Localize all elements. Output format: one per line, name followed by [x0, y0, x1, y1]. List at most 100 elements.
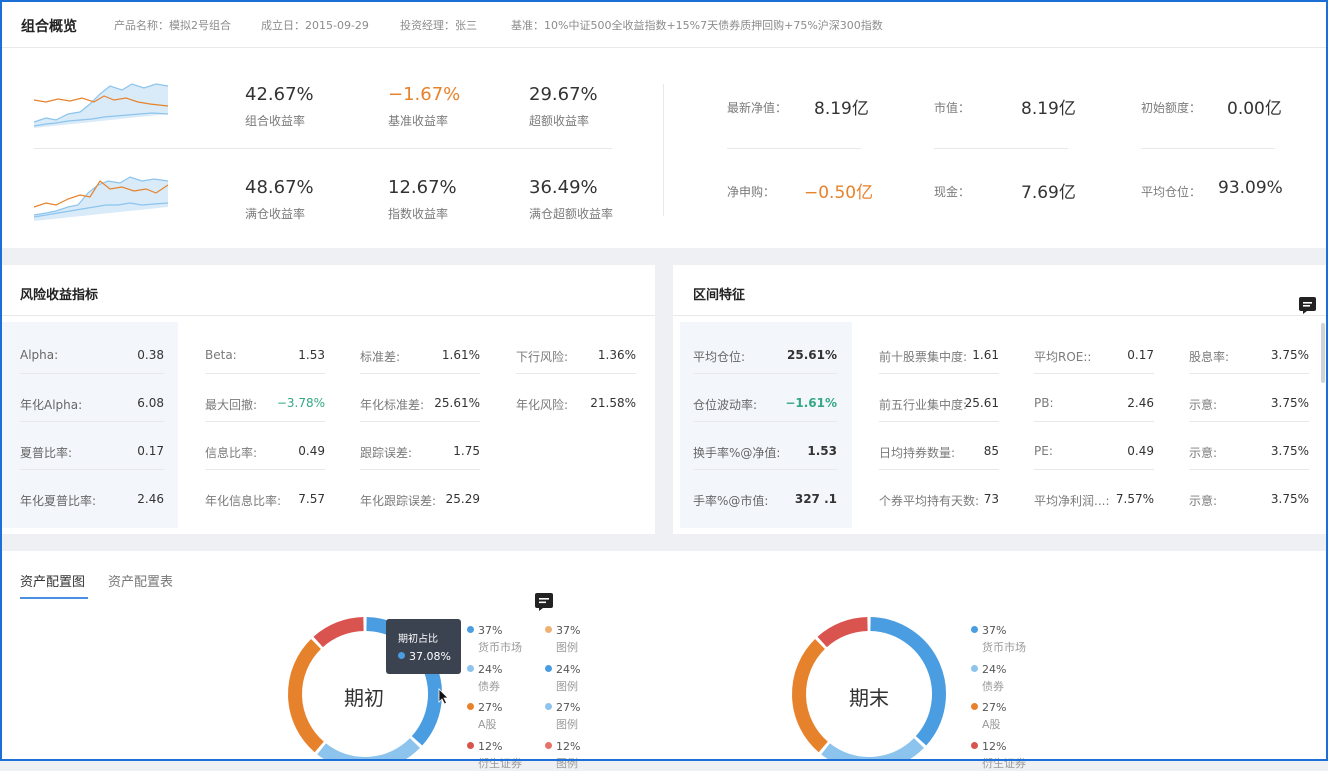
legend-pct: 37%: [982, 624, 1007, 637]
legend-item[interactable]: 24% 债券: [971, 660, 1006, 694]
interval-metric-label: 日均持券数量:: [879, 446, 956, 460]
interval-row-divider: [693, 373, 837, 374]
summary-label-subscription: 净申购：: [727, 185, 776, 199]
legend-dot: [545, 664, 552, 672]
risk-metric-label: Alpha:: [20, 348, 59, 362]
interval-metric-label: 仓位波动率:: [693, 398, 758, 412]
interval-row-divider: [1034, 373, 1154, 374]
donut-segment[interactable]: [821, 737, 924, 761]
scrollbar-thumb[interactable]: [1321, 323, 1325, 383]
risk-metric-label: 年化风险:: [516, 398, 569, 412]
risk-metric-label: 夏普比率:: [20, 446, 73, 460]
legend-item[interactable]: 12% 衍生证券: [467, 737, 522, 771]
interval-metric-value: 1.61: [972, 348, 999, 362]
risk-row-divider: [516, 373, 636, 374]
interval-metric-label: 示意:: [1189, 494, 1218, 508]
legend-dot: [971, 626, 978, 633]
donut-segment[interactable]: [313, 617, 364, 648]
summary-value-avgpos: 93.09%: [1218, 178, 1283, 198]
founded-date: 成立日：2015-09-29: [261, 19, 369, 32]
interval-row-divider: [879, 421, 999, 422]
legend-name: 衍生证券: [982, 756, 1026, 770]
legend-name: 图例: [556, 679, 578, 693]
interval-metric-value: 7.57%: [1115, 492, 1154, 506]
donut-segment[interactable]: [288, 639, 324, 753]
legend-pct: 37%: [556, 624, 581, 637]
risk-row-divider: [205, 373, 325, 374]
legend-item[interactable]: 12% 衍生证券: [971, 737, 1026, 771]
summary-value-nav: 8.19亿: [814, 99, 869, 119]
interval-row-divider: [1034, 469, 1154, 470]
returns-divider: [34, 148, 612, 149]
legend-item[interactable]: 27% 图例: [545, 698, 580, 732]
interval-metric-label: 手率%@市值:: [693, 494, 769, 508]
risk-metric-label: 年化信息比率:: [205, 494, 282, 508]
chat-icon[interactable]: [534, 592, 554, 612]
tab-active-underline: [20, 597, 88, 599]
return-label-excess: 超额收益率: [529, 114, 590, 128]
risk-metric-value: 0.49: [298, 444, 325, 458]
risk-metrics-card: 风险收益指标 Alpha: 0.38 年化Alpha: 6.08 夏普比率: 0.17 年化…: [2, 265, 655, 534]
risk-title: 风险收益指标: [20, 288, 99, 303]
interval-title: 区间特征: [693, 288, 746, 303]
donut-segment[interactable]: [817, 617, 868, 648]
donut-label-end: 期末: [849, 686, 889, 710]
return-label-full: 满仓收益率: [245, 207, 306, 221]
legend-name: 图例: [556, 718, 578, 731]
risk-title-divider: [2, 315, 655, 316]
legend-name: A股: [982, 718, 1001, 731]
legend-item[interactable]: 12% 图例: [545, 737, 580, 771]
interval-metric-value: 2.46: [1127, 396, 1154, 410]
legend-name: 债券: [478, 679, 500, 693]
legend-pct: 37%: [478, 624, 503, 637]
interval-metric-label: 示意:: [1189, 398, 1218, 412]
interval-metric-label: 前五行业集中度:: [879, 398, 968, 412]
legend-item[interactable]: 37% 图例: [545, 621, 580, 655]
interval-metric-value: 25.61%: [787, 348, 837, 362]
legend-dot: [971, 664, 978, 672]
interval-row-divider: [1189, 421, 1309, 422]
legend-dot: [467, 664, 474, 672]
summary-label-mktval: 市值：: [934, 101, 971, 115]
legend-item[interactable]: 27% A股: [971, 698, 1006, 732]
summary-label-initial: 初始额度：: [1141, 101, 1202, 115]
cursor-icon: [438, 688, 450, 709]
donut-segment[interactable]: [792, 639, 828, 753]
risk-metric-value: 25.29: [445, 492, 480, 506]
legend-dot: [971, 703, 978, 710]
interval-metric-value: 1.53: [807, 444, 837, 458]
interval-metric-label: 示意:: [1189, 446, 1218, 460]
risk-metric-value: 7.57: [298, 492, 325, 506]
risk-metric-value: −3.78%: [276, 396, 325, 410]
risk-metric-label: 年化Alpha:: [20, 398, 83, 412]
tab-asset-table[interactable]: 资产配置表: [108, 571, 173, 590]
return-value-portfolio: 42.67%: [245, 84, 314, 105]
legend-item[interactable]: 37% 货币市场: [971, 621, 1026, 655]
legend-item[interactable]: 27% A股: [467, 698, 502, 732]
benchmark-text: 基准：10%中证500全收益指数+15%7天债券质押回购+75%沪深300指数: [511, 19, 883, 32]
interval-metric-label: PB:: [1034, 396, 1054, 410]
legend-name: 货币市场: [478, 641, 522, 654]
tab-asset-chart[interactable]: 资产配置图: [20, 571, 85, 590]
risk-metric-value: 1.61%: [441, 348, 480, 362]
interval-metric-value: −1.61%: [785, 396, 837, 410]
return-label-full-excess: 满仓超额收益率: [529, 207, 614, 221]
sparkline-chart-1: [33, 83, 169, 128]
legend-name: 衍生证券: [478, 756, 522, 770]
legend-name: 债券: [982, 679, 1004, 693]
interval-title-divider: [673, 315, 1326, 316]
interval-metric-value: 3.75%: [1270, 396, 1309, 410]
legend-item[interactable]: 37% 货币市场: [467, 621, 522, 655]
legend-item[interactable]: 24% 债券: [467, 660, 502, 694]
comment-icon[interactable]: [1298, 296, 1317, 315]
interval-metric-label: 平均仓位:: [693, 350, 746, 364]
legend-pct: 12%: [556, 739, 581, 753]
product-name: 产品名称：模拟2号组合: [114, 19, 231, 32]
legend-item[interactable]: 24% 图例: [545, 660, 580, 694]
risk-metric-value: 21.58%: [590, 396, 636, 410]
tooltip-value: 37.08%: [409, 650, 451, 663]
summary-value-cash: 7.69亿: [1021, 183, 1076, 203]
donut-segment[interactable]: [317, 737, 420, 761]
legend-pct: 24%: [556, 662, 581, 676]
interval-metric-value: 0.49: [1127, 444, 1154, 458]
